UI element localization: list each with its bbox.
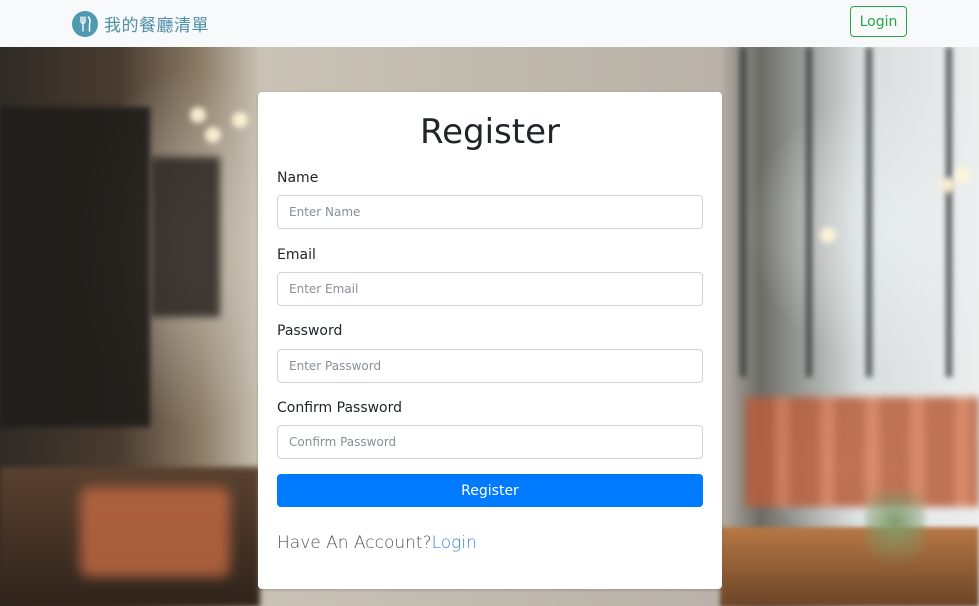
password-input[interactable] <box>277 349 703 383</box>
window-bar <box>806 47 812 377</box>
have-account-label: Have An Account? <box>277 533 432 553</box>
chairs-right <box>745 397 979 507</box>
name-label: Name <box>277 170 319 186</box>
hanging-light <box>190 107 206 123</box>
table-right <box>720 527 979 606</box>
confirm-password-label: Confirm Password <box>277 400 403 416</box>
email-label: Email <box>277 247 316 263</box>
brand-link[interactable]: 我的餐廳清單 <box>72 10 209 37</box>
plant <box>865 492 925 592</box>
utensils-icon <box>72 10 98 37</box>
register-card: Register Name Email Password Confirm Pas… <box>258 92 722 589</box>
password-label: Password <box>277 323 343 339</box>
page-title: Register <box>420 112 560 152</box>
window-frame <box>740 47 952 377</box>
have-account-text: Have An Account?Login <box>277 533 477 553</box>
chairs-left <box>80 487 230 577</box>
chalkboard <box>0 107 150 427</box>
name-input[interactable] <box>277 195 703 229</box>
hanging-light <box>232 112 248 128</box>
hanging-light <box>940 177 956 193</box>
hanging-light <box>205 127 221 143</box>
hanging-light <box>955 167 971 183</box>
login-link[interactable]: Login <box>432 533 477 553</box>
window-bar <box>866 47 872 377</box>
brand-title: 我的餐廳清單 <box>104 16 209 36</box>
hanging-light <box>820 227 836 243</box>
email-input[interactable] <box>277 272 703 306</box>
nav-login-button[interactable]: Login <box>850 6 907 37</box>
top-navbar: 我的餐廳清單 Login <box>0 0 979 47</box>
wall-panel <box>150 157 220 317</box>
register-button[interactable]: Register <box>277 474 703 507</box>
confirm-password-input[interactable] <box>277 425 703 459</box>
